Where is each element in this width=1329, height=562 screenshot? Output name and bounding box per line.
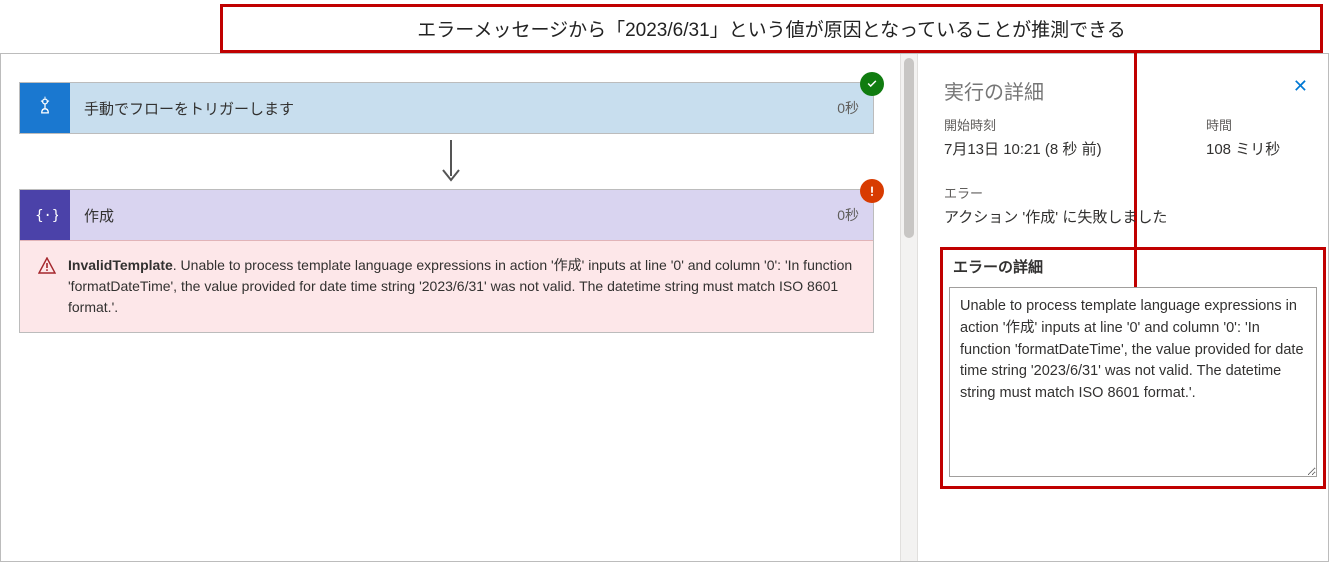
error-badge-icon (860, 179, 884, 203)
error-details-highlight: エラーの詳細 (940, 247, 1326, 489)
trigger-title: 手動でフローをトリガーします (70, 98, 813, 119)
start-time-value: 7月13日 10:21 (8 秒 前) (944, 138, 1176, 159)
error-details-label: エラーの詳細 (949, 256, 1317, 277)
error-summary: アクション '作成' に失敗しました (944, 206, 1316, 227)
run-details-panel: ✕ 実行の詳細 開始時刻 7月13日 10:21 (8 秒 前) 時間 108 … (918, 54, 1328, 561)
trigger-duration: 0秒 (813, 98, 873, 118)
svg-text:{·}: {·} (35, 208, 58, 224)
trigger-card[interactable]: 手動でフローをトリガーします 0秒 (19, 82, 874, 134)
error-details-textarea[interactable] (949, 287, 1317, 477)
flow-arrow-icon (19, 134, 882, 189)
error-code: InvalidTemplate (68, 257, 173, 273)
compose-title: 作成 (70, 205, 813, 226)
compose-duration: 0秒 (813, 205, 873, 225)
panel-title: 実行の詳細 (944, 76, 1316, 105)
close-icon[interactable]: ✕ (1293, 76, 1308, 97)
success-badge-icon (860, 72, 884, 96)
error-section-label: エラー (944, 183, 1316, 202)
error-message-text: . Unable to process template language ex… (68, 257, 852, 315)
annotation-callout: エラーメッセージから「2023/6/31」という値が原因となっていることが推測で… (220, 4, 1323, 53)
flow-canvas: 手動でフローをトリガーします 0秒 {·} 作成 0秒 (1, 54, 900, 561)
duration-label: 時間 (1206, 115, 1316, 134)
compose-card[interactable]: {·} 作成 0秒 InvalidTemplate. Unable to pro… (19, 189, 874, 333)
start-time-label: 開始時刻 (944, 115, 1176, 134)
warning-triangle-icon (38, 257, 56, 318)
compose-action-icon: {·} (20, 190, 70, 240)
manual-trigger-icon (20, 83, 70, 133)
error-message-box: InvalidTemplate. Unable to process templ… (20, 240, 873, 332)
annotation-text: エラーメッセージから「2023/6/31」という値が原因となっていることが推測で… (417, 20, 1126, 41)
duration-value: 108 ミリ秒 (1206, 138, 1316, 159)
vertical-scrollbar[interactable] (900, 54, 918, 561)
